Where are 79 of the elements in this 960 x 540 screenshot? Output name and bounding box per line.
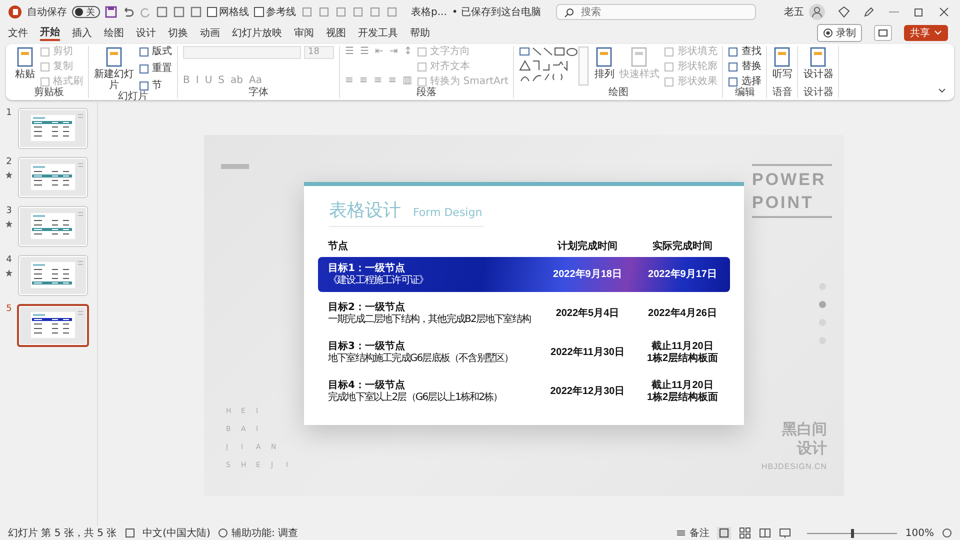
ribbon-tab[interactable]: 视图 xyxy=(326,24,346,40)
file-name: 表格p... xyxy=(411,6,447,19)
language-label: 中文(中国大陆) xyxy=(142,526,210,540)
save-status: • 已保存到这台电脑 xyxy=(452,6,541,19)
ribbon-button[interactable]: 查找 xyxy=(728,46,762,57)
ribbon-button[interactable]: 排列 xyxy=(594,46,614,80)
group-label: 字体 xyxy=(248,87,270,98)
group-label: 语音 xyxy=(772,87,792,98)
accessibility-button[interactable]: 辅助功能: 调查 xyxy=(218,526,298,540)
autosave-label: 自动保存 xyxy=(27,6,67,19)
slide-number: 2 xyxy=(6,157,12,167)
checkbox-label: 网格线 xyxy=(219,6,249,19)
row-title: 目标3：一级节点 xyxy=(328,340,406,352)
column-header: 计划完成时间 xyxy=(556,239,618,253)
autosave-toggle[interactable]: 关 xyxy=(72,6,100,18)
ribbon-button[interactable]: 新建幻灯片 xyxy=(94,46,134,91)
ribbon-tab[interactable]: 审阅 xyxy=(294,24,314,40)
column-header: 实际完成时间 xyxy=(652,239,714,253)
ribbon-tab[interactable]: 幻灯片放映 xyxy=(232,24,282,40)
table-cell: 截止11月20日 xyxy=(652,340,714,352)
site-text: HBJDESIGN.CN xyxy=(761,462,827,471)
slide-subheading: Form Design xyxy=(413,206,482,219)
slide-number: 1 xyxy=(6,108,12,118)
group-label: 段落 xyxy=(416,87,438,98)
table-cell-text: 2022年5月4日 xyxy=(554,308,620,320)
table-cell-text: 2022年12月30日 xyxy=(549,386,626,398)
slide-number: 4 xyxy=(6,255,12,265)
ribbon-tab[interactable]: 文件 xyxy=(8,24,28,40)
row-title: 目标4：一级节点 xyxy=(328,380,406,392)
title-word: POINT xyxy=(752,193,815,212)
record-button[interactable]: 录制 xyxy=(817,24,862,42)
ribbon-button[interactable]: 设计器 xyxy=(803,46,834,80)
slide-number: 3 xyxy=(6,206,12,216)
row-title: 目标2：一级节点 xyxy=(328,302,406,314)
user-name: 老五 xyxy=(784,6,804,19)
ribbon-tab[interactable]: 绘图 xyxy=(104,24,124,40)
slide-number: 5 xyxy=(6,304,12,314)
brand-text: 黑白间 xyxy=(781,420,827,439)
row-detail: 《建设工程施工许可证》 xyxy=(328,274,430,286)
group-label: 幻灯片 xyxy=(117,91,149,102)
group-label: 编辑 xyxy=(734,87,756,98)
table-cell: 2022年9月17日 xyxy=(648,268,717,280)
ribbon-tab[interactable]: 帮助 xyxy=(410,24,430,40)
ribbon-tab[interactable]: 开发工具 xyxy=(358,24,398,40)
ribbon-button[interactable]: 粘贴 xyxy=(15,46,35,80)
group-label: 绘图 xyxy=(607,87,630,98)
ribbon-button[interactable]: 版式 xyxy=(139,46,172,57)
table-cell-text: 2022年9月18日 xyxy=(552,268,623,280)
ribbon-tab[interactable]: 插入 xyxy=(72,24,92,40)
table-cell: 2022年4月26日 xyxy=(648,308,717,320)
notes-button[interactable]: 备注 xyxy=(676,526,710,540)
ribbon-button[interactable]: 选择 xyxy=(728,76,762,87)
ribbon-button[interactable]: 重置 xyxy=(139,63,172,74)
ribbon-tab[interactable]: 切换 xyxy=(168,24,188,40)
title-word: POWER xyxy=(752,170,828,189)
brand-text: 设计 xyxy=(796,439,827,458)
slide-heading: 表格设计 xyxy=(329,199,401,222)
ribbon-tab[interactable]: 设计 xyxy=(136,24,156,40)
table-cell: 1栋2层结构板面 xyxy=(646,352,718,364)
table-cell: 1栋2层结构板面 xyxy=(646,392,718,404)
slide-info: 幻灯片 第 5 张，共 5 张 xyxy=(8,526,117,540)
ribbon-button[interactable]: 听写 xyxy=(772,46,792,80)
row-detail: 完成地下室以上2层（G6层以上1栋和2栋） xyxy=(328,392,504,404)
share-button[interactable]: 共享 xyxy=(904,24,948,40)
table-cell: 截止11月20日 xyxy=(652,380,714,392)
ribbon-button[interactable]: 替换 xyxy=(728,61,762,72)
ribbon-button[interactable]: 节 xyxy=(139,80,172,91)
row-detail: 一期完成二层地下结构，其他完成B2层地下室结构 xyxy=(328,314,532,326)
search-field[interactable]: 搜索 xyxy=(556,4,756,20)
ribbon-tab[interactable]: 开始 xyxy=(40,24,60,40)
zoom-level: 100% xyxy=(905,528,934,538)
table-cell-text: 2022年11月30日 xyxy=(550,346,626,358)
group-label: 设计器 xyxy=(803,87,834,98)
column-header: 节点 xyxy=(328,240,349,253)
group-label: 剪贴板 xyxy=(33,87,65,98)
checkbox-label: 参考线 xyxy=(266,6,296,19)
row-detail: 地下室结构施工完成G6层底板（不含别墅区） xyxy=(328,352,514,364)
row-title: 目标1：一级节点 xyxy=(328,262,406,274)
ribbon-tab[interactable]: 动画 xyxy=(200,24,220,40)
